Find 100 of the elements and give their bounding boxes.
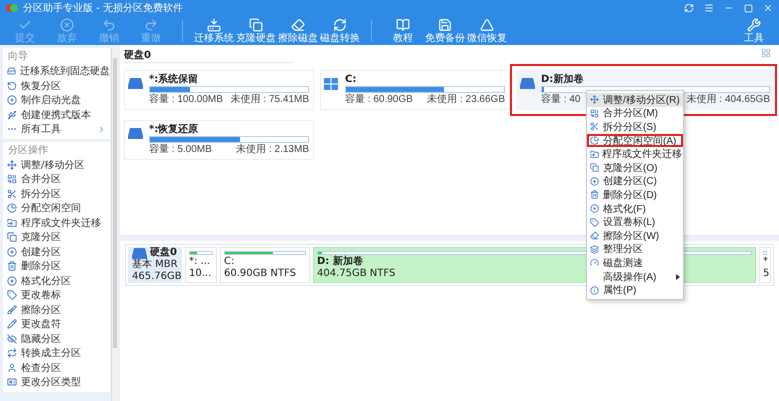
- sidebar-item[interactable]: 擦除分区: [3, 302, 110, 317]
- sidebar-item[interactable]: 合并分区: [3, 172, 110, 186]
- copy-icon: [249, 18, 263, 32]
- drive-arrow-icon: [207, 18, 221, 32]
- trash-icon: [7, 261, 17, 272]
- toolbar-button[interactable]: 擦除磁盘: [280, 18, 316, 44]
- menu-item[interactable]: 程序或文件夹迁移: [587, 147, 683, 161]
- partition-block[interactable]: * 5: [759, 247, 771, 283]
- sidebar-item[interactable]: 格式化分区: [3, 274, 110, 288]
- chevron-icon: [97, 124, 106, 134]
- capacity-text: 容量 : 40: [541, 94, 580, 106]
- menu-item[interactable]: 调整/移动分区(R): [587, 93, 683, 107]
- partition-name: *: [763, 256, 768, 268]
- save-icon: [438, 18, 452, 32]
- sidebar-item[interactable]: 分配空闲空间: [3, 201, 110, 216]
- toolbar-button[interactable]: 克隆硬盘: [238, 18, 274, 44]
- partition-detail: 10...: [189, 268, 212, 280]
- menu-item[interactable]: 设置卷标(L): [587, 215, 683, 229]
- capacity-text: 容量 : 5.00MB: [149, 144, 212, 156]
- menu-item[interactable]: 擦除分区(W): [587, 228, 683, 243]
- section-title: 向导: [7, 50, 29, 64]
- partition-detail: 5: [763, 268, 770, 280]
- triangle-icon: [480, 18, 494, 32]
- disc-icon: [7, 276, 17, 286]
- sidebar-item[interactable]: 克隆分区: [3, 230, 110, 244]
- partition-card[interactable]: *:恢复还原 容量 : 5.00MB 未使用 : 2.13MB: [124, 120, 314, 160]
- pie-chart-icon: [7, 203, 17, 214]
- partition-name: *:恢复还原: [149, 124, 200, 135]
- partition-detail: 60.90GB NTFS: [224, 268, 296, 280]
- sidebar-item[interactable]: 更改盘符: [3, 317, 110, 332]
- partition-block[interactable]: *: ... 10...: [185, 247, 217, 283]
- menu-item[interactable]: 创建分区(C): [587, 174, 683, 188]
- refresh-icon[interactable]: [684, 3, 694, 13]
- menu-item[interactable]: 合并分区(M): [587, 106, 683, 120]
- sidebar-item[interactable]: 迁移系统到固态硬盘: [3, 64, 110, 78]
- scissors-icon: [7, 188, 17, 199]
- info-icon: [590, 286, 599, 295]
- disk-label[interactable]: 硬盘0 基本 MBR 465.76GB: [128, 247, 182, 283]
- drive-icon: [128, 128, 143, 139]
- partition-name: C:: [224, 256, 234, 268]
- sidebar-item[interactable]: 拆分分区: [3, 186, 110, 201]
- sidebar-item[interactable]: 隐藏分区: [3, 332, 110, 346]
- sidebar-item[interactable]: 更改分区类型: [3, 375, 110, 390]
- pencil-icon: [7, 319, 17, 330]
- partition-detail: 404.75GB NTFS: [317, 268, 396, 280]
- menu-item[interactable]: 分配空闲空间(A): [587, 134, 683, 148]
- menu-item[interactable]: 删除分区(D): [587, 188, 683, 202]
- sidebar-item[interactable]: 创建便携式版本: [3, 108, 110, 122]
- brush-icon: [7, 304, 17, 315]
- copy-icon: [7, 232, 17, 242]
- toolbar-button[interactable]: 磁盘转换: [322, 18, 358, 44]
- drive-icon: [128, 78, 143, 89]
- disk-title: 硬盘0: [124, 48, 294, 63]
- grid-icon[interactable]: [761, 48, 771, 58]
- capacity-text: 容量 : 100.00MB: [149, 94, 223, 106]
- disk-size: 465.76GB: [132, 271, 182, 283]
- menu-icon[interactable]: [704, 3, 714, 13]
- partition-card[interactable]: C: 容量 : 60.90GB 未使用 : 23.66GB: [320, 70, 510, 110]
- drive-icon: [7, 66, 16, 76]
- maximize-icon[interactable]: [744, 4, 753, 12]
- partition-block[interactable]: C: 60.90GB NTFS: [220, 247, 310, 283]
- partition-name: D: 新加卷: [317, 256, 363, 268]
- app-logo-icon: [6, 3, 18, 13]
- scissors-icon: [590, 122, 599, 132]
- scrollbar[interactable]: [111, 48, 118, 401]
- menu-item[interactable]: 高级操作(A): [587, 270, 683, 284]
- usage-bar: [189, 251, 213, 255]
- toolbar-button[interactable]: 免费备份: [427, 18, 463, 44]
- sidebar-item[interactable]: 更改卷标: [3, 288, 110, 302]
- plus-icon: [590, 176, 599, 186]
- toolbar-button[interactable]: 微信恢复: [469, 18, 505, 44]
- menu-item[interactable]: 格式化(F): [587, 202, 683, 216]
- unused-text: 未使用 : 404.65GB: [686, 94, 770, 106]
- sidebar-item[interactable]: 创建分区: [3, 244, 110, 259]
- sidebar-item[interactable]: 制作启动光盘: [3, 93, 110, 108]
- sidebar-item[interactable]: 调整/移动分区: [3, 158, 110, 172]
- submenu-arrow-icon: [676, 274, 680, 280]
- eraser-icon: [291, 18, 305, 32]
- sidebar-item[interactable]: 所有工具: [3, 122, 110, 136]
- partition-card[interactable]: *:系统保留 容量 : 100.00MB 未使用 : 75.41MB: [124, 70, 314, 110]
- eraser-icon: [590, 231, 599, 240]
- sidebar-item[interactable]: 程序或文件夹迁移: [3, 216, 110, 230]
- menu-item[interactable]: 属性(P): [587, 283, 683, 297]
- tools-button[interactable]: 工具: [736, 18, 772, 44]
- folder-arrow-icon: [7, 218, 17, 228]
- toolbar-button[interactable]: 迁移系统: [196, 18, 232, 44]
- menu-item[interactable]: 克隆分区(O): [587, 160, 683, 175]
- close-icon[interactable]: [763, 3, 773, 13]
- toolbar-button[interactable]: 教程: [385, 18, 421, 44]
- sidebar-item[interactable]: 转换成主分区: [3, 346, 110, 360]
- user-icon: [7, 362, 17, 373]
- sidebar-item[interactable]: 检查分区: [3, 360, 110, 375]
- sidebar-item[interactable]: 删除分区: [3, 259, 110, 274]
- section-title: 分区操作: [7, 144, 49, 158]
- sidebar-item[interactable]: 恢复分区: [3, 78, 110, 93]
- menu-item[interactable]: 拆分分区(S): [587, 120, 683, 134]
- trash-icon: [590, 190, 599, 200]
- tag-icon: [590, 218, 599, 227]
- menu-item[interactable]: 磁盘测速: [587, 256, 683, 270]
- capacity-text: 容量 : 60.90GB: [345, 94, 413, 106]
